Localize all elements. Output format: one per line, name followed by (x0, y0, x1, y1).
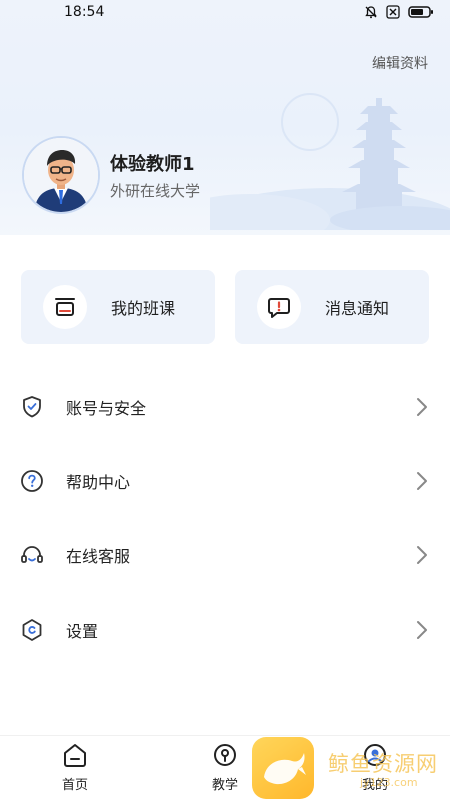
teaching-icon (214, 744, 236, 766)
battery-icon (408, 6, 433, 18)
notifications-card[interactable]: 消息通知 (235, 270, 429, 344)
message-alert-icon-container (257, 285, 301, 329)
bell-off-icon (365, 6, 377, 19)
whale-icon (264, 753, 306, 785)
teacher-avatar-illustration (24, 138, 98, 212)
user-name: 体验教师1 (110, 154, 195, 175)
home-icon (64, 744, 86, 767)
menu-item-online-service[interactable]: 在线客服 (0, 530, 450, 580)
tab-home[interactable]: 首页 (45, 742, 105, 793)
classroom-icon-container (43, 285, 87, 329)
settings-hex-icon (22, 619, 42, 641)
chevron-right-icon (417, 546, 427, 564)
menu-label-help-center: 帮助中心 (66, 473, 131, 492)
watermark-subtext: jy123.com (360, 776, 418, 789)
shield-check-icon (23, 396, 41, 418)
message-alert-icon (268, 298, 290, 318)
status-icons (364, 5, 434, 19)
headset-icon (21, 546, 43, 563)
user-organization: 外研在线大学 (110, 182, 201, 200)
pagoda-scenery-illustration (210, 93, 450, 230)
notifications-label: 消息通知 (325, 299, 390, 318)
tab-teaching[interactable]: 教学 (195, 742, 255, 793)
menu-label-settings: 设置 (66, 622, 99, 641)
whale-logo-watermark (252, 737, 314, 799)
menu-item-settings[interactable]: 设置 (0, 605, 450, 655)
my-classes-card[interactable]: 我的班课 (21, 270, 215, 344)
tab-teaching-label: 教学 (211, 778, 238, 793)
avatar[interactable] (22, 136, 100, 214)
classroom-icon (55, 298, 75, 316)
chevron-right-icon (417, 472, 427, 490)
my-classes-label: 我的班课 (111, 299, 176, 318)
menu-item-account-security[interactable]: 账号与安全 (0, 382, 450, 432)
status-bar: 18:54 (0, 0, 450, 24)
chevron-right-icon (417, 621, 427, 639)
question-icon (21, 470, 43, 492)
watermark-text: 鲸鱼资源网 (328, 752, 438, 776)
status-time: 18:54 (64, 4, 105, 20)
menu-label-online-service: 在线客服 (66, 547, 131, 566)
menu-item-help-center[interactable]: 帮助中心 (0, 456, 450, 506)
close-box-icon (386, 5, 400, 19)
chevron-right-icon (417, 398, 427, 416)
edit-profile-link[interactable]: 编辑资料 (372, 53, 428, 73)
tab-home-label: 首页 (61, 778, 88, 793)
menu-label-account-security: 账号与安全 (66, 399, 147, 418)
